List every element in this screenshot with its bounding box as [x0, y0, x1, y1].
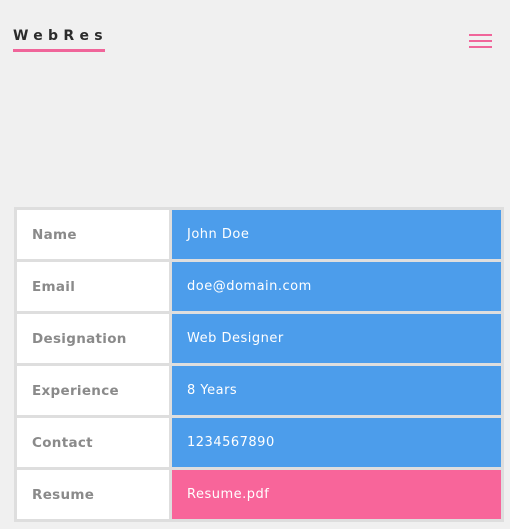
- profile-row-designation: Designation Web Designer: [17, 314, 501, 363]
- profile-row-contact: Contact 1234567890: [17, 418, 501, 467]
- profile-row-email: Email doe@domain.com: [17, 262, 501, 311]
- site-logo[interactable]: WebRes: [13, 27, 108, 53]
- row-value-experience: 8 Years: [172, 366, 501, 415]
- row-label-designation: Designation: [17, 314, 169, 363]
- row-value-name: John Doe: [172, 210, 501, 259]
- profile-row-experience: Experience 8 Years: [17, 366, 501, 415]
- row-value-contact: 1234567890: [172, 418, 501, 467]
- row-value-email: doe@domain.com: [172, 262, 501, 311]
- hamburger-icon[interactable]: [469, 34, 492, 49]
- profile-info-table: Name John Doe Email doe@domain.com Desig…: [14, 207, 504, 522]
- menu-bar-bottom: [469, 46, 492, 48]
- row-value-designation: Web Designer: [172, 314, 501, 363]
- row-label-name: Name: [17, 210, 169, 259]
- logo-text[interactable]: WebRes: [13, 27, 108, 45]
- row-label-email: Email: [17, 262, 169, 311]
- row-label-experience: Experience: [17, 366, 169, 415]
- resume-download-link[interactable]: Resume.pdf: [172, 470, 501, 519]
- logo-underline: [13, 49, 105, 52]
- profile-row-name: Name John Doe: [17, 210, 501, 259]
- profile-row-resume: Resume Resume.pdf: [17, 470, 501, 519]
- row-label-resume: Resume: [17, 470, 169, 519]
- row-label-contact: Contact: [17, 418, 169, 467]
- menu-bar-middle: [469, 40, 492, 42]
- menu-bar-top: [469, 34, 492, 36]
